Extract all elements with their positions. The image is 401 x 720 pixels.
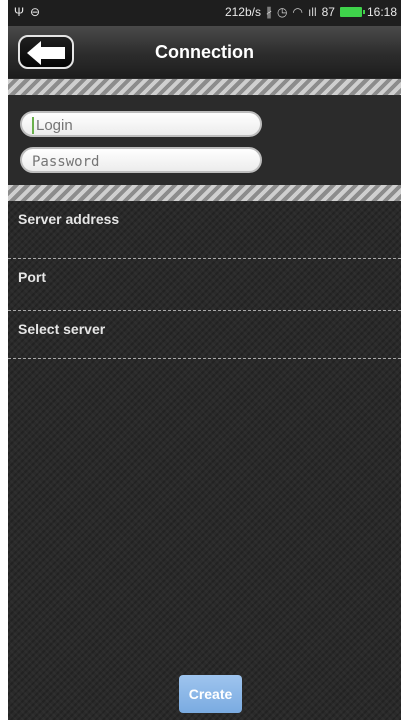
create-button[interactable]: Create [179,675,242,713]
password-field[interactable] [20,147,262,173]
bluetooth-icon: ∦ [265,5,272,19]
battery-icon [339,7,365,17]
status-bar: Ψ ⊖ 212b/s ∦ ◷ ◠ ıll 87 16:18 [8,0,401,26]
clock: 16:18 [366,5,397,19]
select-server-label: Select server [18,321,106,337]
status-right: 212b/s ∦ ◷ ◠ ıll 87 16:18 [225,5,397,19]
credentials-panel [8,95,401,185]
port-label: Port [18,269,46,285]
login-field[interactable] [20,111,262,137]
login-input[interactable] [32,117,254,134]
port-row[interactable]: Port [8,259,401,311]
alarm-icon: ◷ [276,5,288,19]
title-bar: Connection [8,26,401,78]
network-speed: 212b/s [224,5,261,19]
signal-icon: ıll [307,5,317,19]
status-left: Ψ ⊖ [14,5,40,19]
settings-list: Server address Port Select server Create [8,201,401,720]
sync-icon: ⊖ [30,5,41,19]
page-title: Connection [155,42,254,62]
server-address-row[interactable]: Server address [8,201,401,259]
usb-icon: Ψ [14,5,25,19]
divider-top [8,79,401,95]
battery-level: 87 [321,5,335,19]
select-server-row[interactable]: Select server [8,311,401,359]
server-address-label: Server address [18,211,120,227]
password-input[interactable] [32,154,250,170]
app-screen: Ψ ⊖ 212b/s ∦ ◷ ◠ ıll 87 16:18 Connection [8,0,401,720]
wifi-icon: ◠ [292,5,303,19]
divider-bottom [8,185,401,201]
